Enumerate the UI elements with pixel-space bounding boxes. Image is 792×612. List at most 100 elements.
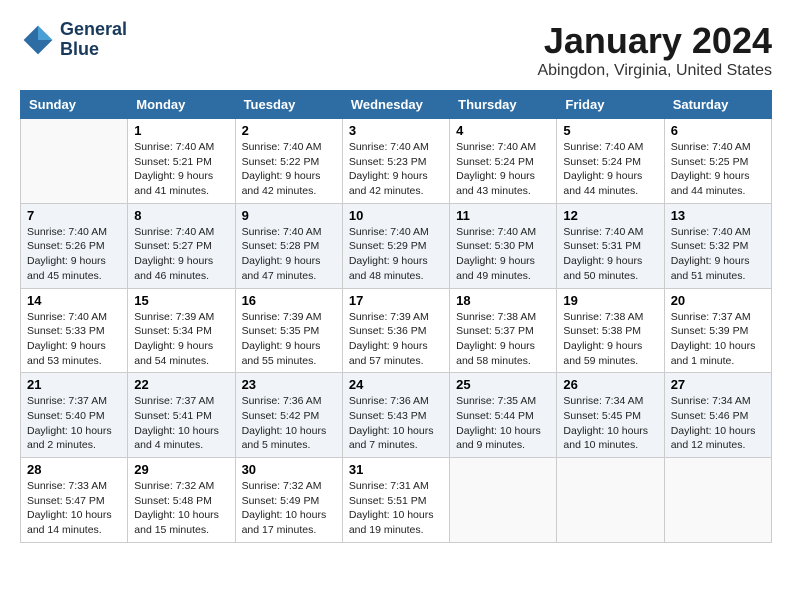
calendar-cell: 31 Sunrise: 7:31 AMSunset: 5:51 PMDaylig… (342, 458, 449, 543)
day-info: Sunrise: 7:40 AMSunset: 5:26 PMDaylight:… (27, 225, 121, 284)
day-info: Sunrise: 7:39 AMSunset: 5:34 PMDaylight:… (134, 310, 228, 369)
calendar-cell: 12 Sunrise: 7:40 AMSunset: 5:31 PMDaylig… (557, 203, 664, 288)
calendar-cell: 28 Sunrise: 7:33 AMSunset: 5:47 PMDaylig… (21, 458, 128, 543)
day-info: Sunrise: 7:39 AMSunset: 5:35 PMDaylight:… (242, 310, 336, 369)
day-number: 25 (456, 377, 550, 392)
day-info: Sunrise: 7:38 AMSunset: 5:37 PMDaylight:… (456, 310, 550, 369)
day-number: 29 (134, 462, 228, 477)
day-number: 6 (671, 123, 765, 138)
day-number: 5 (563, 123, 657, 138)
calendar-cell: 1 Sunrise: 7:40 AMSunset: 5:21 PMDayligh… (128, 119, 235, 204)
day-info: Sunrise: 7:36 AMSunset: 5:43 PMDaylight:… (349, 394, 443, 453)
day-number: 26 (563, 377, 657, 392)
day-number: 23 (242, 377, 336, 392)
calendar-cell: 15 Sunrise: 7:39 AMSunset: 5:34 PMDaylig… (128, 288, 235, 373)
day-number: 16 (242, 293, 336, 308)
calendar-cell: 30 Sunrise: 7:32 AMSunset: 5:49 PMDaylig… (235, 458, 342, 543)
day-number: 21 (27, 377, 121, 392)
calendar-cell: 23 Sunrise: 7:36 AMSunset: 5:42 PMDaylig… (235, 373, 342, 458)
day-info: Sunrise: 7:38 AMSunset: 5:38 PMDaylight:… (563, 310, 657, 369)
day-info: Sunrise: 7:34 AMSunset: 5:45 PMDaylight:… (563, 394, 657, 453)
calendar-cell: 18 Sunrise: 7:38 AMSunset: 5:37 PMDaylig… (450, 288, 557, 373)
weekday-header: Tuesday (235, 91, 342, 119)
calendar-cell: 5 Sunrise: 7:40 AMSunset: 5:24 PMDayligh… (557, 119, 664, 204)
day-number: 28 (27, 462, 121, 477)
weekday-header: Sunday (21, 91, 128, 119)
logo-text: General Blue (60, 20, 127, 60)
calendar-cell: 19 Sunrise: 7:38 AMSunset: 5:38 PMDaylig… (557, 288, 664, 373)
day-number: 14 (27, 293, 121, 308)
calendar-cell: 13 Sunrise: 7:40 AMSunset: 5:32 PMDaylig… (664, 203, 771, 288)
calendar-cell: 24 Sunrise: 7:36 AMSunset: 5:43 PMDaylig… (342, 373, 449, 458)
calendar-cell: 3 Sunrise: 7:40 AMSunset: 5:23 PMDayligh… (342, 119, 449, 204)
calendar-cell: 11 Sunrise: 7:40 AMSunset: 5:30 PMDaylig… (450, 203, 557, 288)
day-number: 13 (671, 208, 765, 223)
calendar-cell: 25 Sunrise: 7:35 AMSunset: 5:44 PMDaylig… (450, 373, 557, 458)
day-info: Sunrise: 7:40 AMSunset: 5:28 PMDaylight:… (242, 225, 336, 284)
day-number: 17 (349, 293, 443, 308)
calendar-cell: 6 Sunrise: 7:40 AMSunset: 5:25 PMDayligh… (664, 119, 771, 204)
day-number: 15 (134, 293, 228, 308)
calendar-cell: 10 Sunrise: 7:40 AMSunset: 5:29 PMDaylig… (342, 203, 449, 288)
day-info: Sunrise: 7:40 AMSunset: 5:25 PMDaylight:… (671, 140, 765, 199)
day-number: 30 (242, 462, 336, 477)
day-number: 7 (27, 208, 121, 223)
weekday-header: Wednesday (342, 91, 449, 119)
day-number: 9 (242, 208, 336, 223)
day-info: Sunrise: 7:40 AMSunset: 5:23 PMDaylight:… (349, 140, 443, 199)
calendar-cell: 26 Sunrise: 7:34 AMSunset: 5:45 PMDaylig… (557, 373, 664, 458)
day-info: Sunrise: 7:40 AMSunset: 5:22 PMDaylight:… (242, 140, 336, 199)
day-number: 18 (456, 293, 550, 308)
calendar-cell: 16 Sunrise: 7:39 AMSunset: 5:35 PMDaylig… (235, 288, 342, 373)
day-info: Sunrise: 7:31 AMSunset: 5:51 PMDaylight:… (349, 479, 443, 538)
location: Abingdon, Virginia, United States (537, 62, 772, 80)
day-number: 1 (134, 123, 228, 138)
weekday-header: Friday (557, 91, 664, 119)
day-number: 4 (456, 123, 550, 138)
day-info: Sunrise: 7:40 AMSunset: 5:27 PMDaylight:… (134, 225, 228, 284)
day-info: Sunrise: 7:33 AMSunset: 5:47 PMDaylight:… (27, 479, 121, 538)
day-info: Sunrise: 7:32 AMSunset: 5:49 PMDaylight:… (242, 479, 336, 538)
day-info: Sunrise: 7:39 AMSunset: 5:36 PMDaylight:… (349, 310, 443, 369)
calendar-cell (557, 458, 664, 543)
day-info: Sunrise: 7:40 AMSunset: 5:31 PMDaylight:… (563, 225, 657, 284)
page-header: General Blue January 2024 Abingdon, Virg… (20, 20, 772, 80)
day-number: 31 (349, 462, 443, 477)
day-number: 2 (242, 123, 336, 138)
calendar-cell (450, 458, 557, 543)
calendar-cell: 17 Sunrise: 7:39 AMSunset: 5:36 PMDaylig… (342, 288, 449, 373)
calendar-cell: 14 Sunrise: 7:40 AMSunset: 5:33 PMDaylig… (21, 288, 128, 373)
day-number: 11 (456, 208, 550, 223)
day-number: 8 (134, 208, 228, 223)
day-info: Sunrise: 7:37 AMSunset: 5:41 PMDaylight:… (134, 394, 228, 453)
month-title: January 2024 (537, 20, 772, 62)
day-info: Sunrise: 7:40 AMSunset: 5:21 PMDaylight:… (134, 140, 228, 199)
calendar-table: SundayMondayTuesdayWednesdayThursdayFrid… (20, 90, 772, 543)
day-info: Sunrise: 7:37 AMSunset: 5:40 PMDaylight:… (27, 394, 121, 453)
title-block: January 2024 Abingdon, Virginia, United … (537, 20, 772, 80)
day-number: 10 (349, 208, 443, 223)
calendar-cell: 9 Sunrise: 7:40 AMSunset: 5:28 PMDayligh… (235, 203, 342, 288)
day-number: 27 (671, 377, 765, 392)
logo-icon (20, 22, 56, 58)
day-number: 20 (671, 293, 765, 308)
weekday-header: Saturday (664, 91, 771, 119)
day-number: 3 (349, 123, 443, 138)
calendar-cell: 2 Sunrise: 7:40 AMSunset: 5:22 PMDayligh… (235, 119, 342, 204)
day-info: Sunrise: 7:40 AMSunset: 5:24 PMDaylight:… (563, 140, 657, 199)
weekday-header: Thursday (450, 91, 557, 119)
day-info: Sunrise: 7:40 AMSunset: 5:24 PMDaylight:… (456, 140, 550, 199)
day-info: Sunrise: 7:32 AMSunset: 5:48 PMDaylight:… (134, 479, 228, 538)
calendar-cell: 7 Sunrise: 7:40 AMSunset: 5:26 PMDayligh… (21, 203, 128, 288)
day-info: Sunrise: 7:35 AMSunset: 5:44 PMDaylight:… (456, 394, 550, 453)
calendar-cell: 22 Sunrise: 7:37 AMSunset: 5:41 PMDaylig… (128, 373, 235, 458)
day-number: 22 (134, 377, 228, 392)
calendar-cell: 8 Sunrise: 7:40 AMSunset: 5:27 PMDayligh… (128, 203, 235, 288)
calendar-cell: 20 Sunrise: 7:37 AMSunset: 5:39 PMDaylig… (664, 288, 771, 373)
day-info: Sunrise: 7:40 AMSunset: 5:33 PMDaylight:… (27, 310, 121, 369)
calendar-cell: 4 Sunrise: 7:40 AMSunset: 5:24 PMDayligh… (450, 119, 557, 204)
calendar-cell: 27 Sunrise: 7:34 AMSunset: 5:46 PMDaylig… (664, 373, 771, 458)
day-number: 12 (563, 208, 657, 223)
day-info: Sunrise: 7:34 AMSunset: 5:46 PMDaylight:… (671, 394, 765, 453)
calendar-cell: 21 Sunrise: 7:37 AMSunset: 5:40 PMDaylig… (21, 373, 128, 458)
